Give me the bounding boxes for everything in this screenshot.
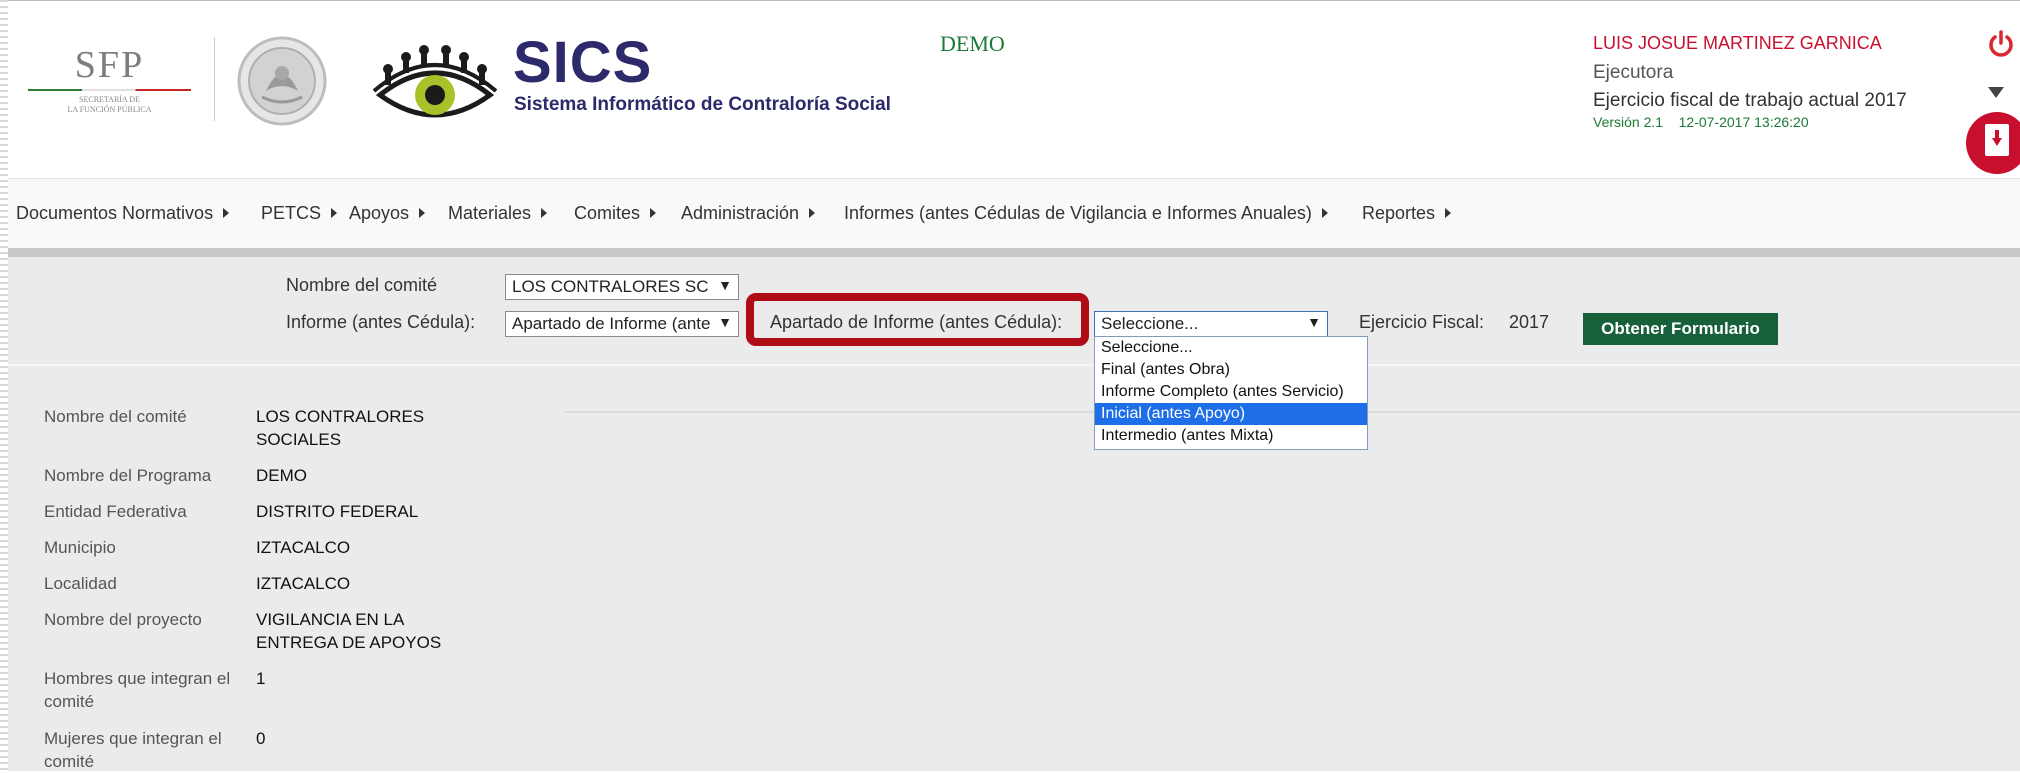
- app-title: SICS: [513, 30, 653, 95]
- menu-shadow-bar: [8, 248, 2020, 257]
- dropdown-arrow-icon: ▼: [718, 277, 732, 293]
- fiscal-year: 2017: [1864, 90, 1907, 111]
- informe-select[interactable]: Apartado de Informe (ante ▼: [505, 311, 739, 337]
- dropdown-option[interactable]: Final (antes Obra): [1095, 359, 1367, 381]
- dropdown-option[interactable]: Intermedio (antes Mixta): [1095, 425, 1367, 447]
- logo-divider: [214, 37, 215, 121]
- version-label: Versión 2.1: [1593, 114, 1664, 130]
- dropdown-option-selected[interactable]: Inicial (antes Apoyo): [1095, 403, 1367, 425]
- program-name: DEMO: [940, 31, 1005, 56]
- detail-label: Nombre del comité: [44, 407, 187, 426]
- comite-select[interactable]: LOS CONTRALORES SC ▼: [505, 274, 739, 300]
- dropdown-option[interactable]: Seleccione...: [1095, 337, 1367, 359]
- menu-comites[interactable]: Comites: [574, 203, 657, 224]
- detail-label: Nombre del Programa: [44, 466, 212, 485]
- caret-right-icon: [809, 208, 816, 218]
- detail-value: VIGILANCIA EN LA ENTREGA DE APOYOS: [256, 610, 442, 652]
- menu-petcs[interactable]: PETCS: [261, 203, 338, 224]
- caret-right-icon: [650, 208, 657, 218]
- dropdown-arrow-icon: ▼: [1307, 314, 1321, 330]
- form-separator: [8, 364, 2020, 366]
- ejercicio-label: Ejercicio Fiscal:: [1359, 312, 1485, 332]
- caret-right-icon: [331, 208, 338, 218]
- caret-right-icon: [419, 208, 426, 218]
- caret-right-icon: [1321, 208, 1328, 218]
- detail-label: Localidad: [44, 574, 117, 593]
- caret-right-icon: [1445, 208, 1452, 218]
- sfp-tricolor-line: [28, 89, 191, 91]
- apartado-select[interactable]: Seleccione... ▼: [1094, 311, 1328, 337]
- sfp-line1: SECRETARÍA DE: [79, 95, 140, 104]
- detail-value: 0: [256, 729, 266, 748]
- manual-doc-icon: [1985, 124, 2009, 156]
- menu-reportes[interactable]: Reportes: [1362, 203, 1452, 224]
- obtener-formulario-button[interactable]: Obtener Formulario: [1583, 313, 1778, 345]
- version-info: Versión 2.1 12-07-2017 13:26:20: [1593, 114, 1809, 130]
- detail-value: DEMO: [256, 466, 307, 485]
- version-datetime: 12-07-2017 13:26:20: [1678, 114, 1809, 130]
- detail-label: Mujeres que integran el comité: [44, 729, 222, 771]
- menu-administracion[interactable]: Administración: [681, 203, 816, 224]
- detail-value: LOS CONTRALORES SOCIALES: [256, 407, 425, 449]
- eye-logo-icon: [372, 45, 498, 118]
- power-icon[interactable]: [1986, 29, 2016, 59]
- dropdown-option[interactable]: Informe Completo (antes Servicio): [1095, 381, 1367, 403]
- detail-value: 1: [256, 669, 266, 688]
- caret-right-icon: [223, 208, 230, 218]
- app-header: SFP SECRETARÍA DE LA FUNCIÓN PÚBLICA SIC…: [8, 0, 2020, 179]
- menu-apoyos[interactable]: Apoyos: [349, 203, 426, 224]
- menu-documentos-normativos[interactable]: Documentos Normativos: [16, 203, 230, 224]
- app-subtitle: Sistema Informático de Contraloría Socia…: [514, 94, 891, 115]
- user-role: Ejecutora: [1593, 62, 1674, 83]
- detail-label: Entidad Federativa: [44, 502, 187, 521]
- apartado-dropdown-list: Seleccione... Final (antes Obra) Informe…: [1094, 336, 1368, 450]
- sfp-abbrev: SFP: [74, 44, 145, 86]
- detail-value: IZTACALCO: [256, 538, 351, 557]
- national-seal-icon: [237, 36, 327, 126]
- informe-select-value: Apartado de Informe (ante: [512, 314, 711, 333]
- apartado-select-value: Seleccione...: [1101, 314, 1199, 333]
- detail-value: DISTRITO FEDERAL: [256, 502, 419, 521]
- detail-label: Municipio: [44, 538, 116, 557]
- fiscal-label: Ejercicio fiscal de trabajo actual: [1593, 90, 1860, 111]
- detail-label: Nombre del proyecto: [44, 610, 202, 629]
- caret-right-icon: [541, 208, 548, 218]
- informe-label: Informe (antes Cédula):: [286, 312, 476, 332]
- ejercicio-value: 2017: [1509, 312, 1550, 332]
- main-menu: Documentos Normativos PETCS Apoyos Mater…: [8, 178, 2020, 249]
- dropdown-arrow-icon: ▼: [718, 314, 732, 330]
- apartado-label: Apartado de Informe (antes Cédula):: [770, 312, 1063, 332]
- sfp-logo: SFP SECRETARÍA DE LA FUNCIÓN PÚBLICA: [22, 45, 197, 115]
- menu-materiales[interactable]: Materiales: [448, 203, 548, 224]
- detail-label: Hombres que integran el comité: [44, 669, 231, 711]
- manual-download-icon[interactable]: [1966, 112, 2020, 174]
- menu-informes[interactable]: Informes (antes Cédulas de Vigilancia e …: [844, 203, 1328, 224]
- sfp-line2: LA FUNCIÓN PÚBLICA: [67, 105, 152, 114]
- chevron-down-icon[interactable]: [1988, 87, 2004, 98]
- comite-select-value: LOS CONTRALORES SC: [512, 277, 709, 296]
- detail-value: IZTACALCO: [256, 574, 351, 593]
- user-name: LUIS JOSUE MARTINEZ GARNICA: [1593, 33, 1882, 53]
- fiscal-year-info: Ejercicio fiscal de trabajo actual 2017: [1593, 90, 1907, 112]
- page-left-edge: [0, 0, 8, 771]
- comite-label: Nombre del comité: [286, 275, 438, 295]
